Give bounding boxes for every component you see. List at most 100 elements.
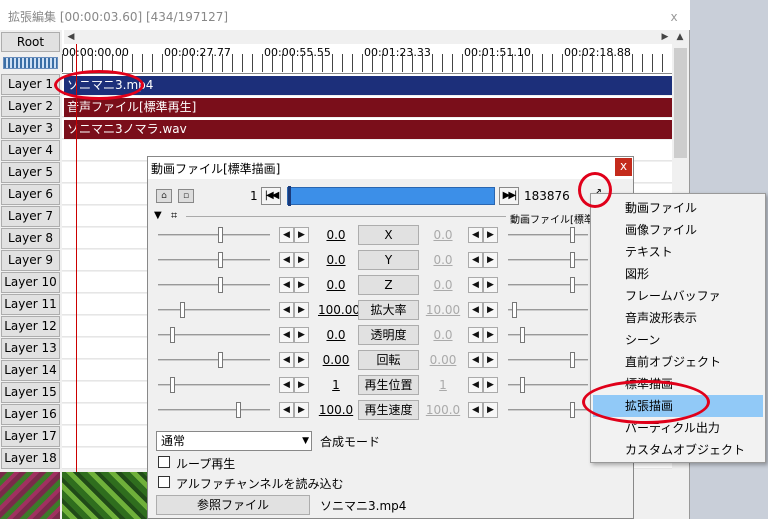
scroll-up-icon[interactable]: ▲ xyxy=(673,30,687,44)
param-end-slider[interactable] xyxy=(508,277,588,293)
param-start-stepper[interactable]: ◀ ▶ xyxy=(279,377,310,393)
arrow-left-icon[interactable]: ◀ xyxy=(279,302,294,318)
param-start-stepper[interactable]: ◀ ▶ xyxy=(279,302,310,318)
layer-button[interactable]: Layer 4 xyxy=(1,140,60,161)
param-start-slider[interactable] xyxy=(158,227,270,243)
param-end-value[interactable]: 100.0 xyxy=(425,403,461,417)
param-button[interactable]: 再生位置 xyxy=(358,375,419,395)
param-end-value[interactable]: 0.0 xyxy=(425,278,461,292)
collapse-triangle-icon[interactable]: ▼ xyxy=(154,210,162,221)
layer-button[interactable]: Layer 3 xyxy=(1,118,60,139)
param-end-value[interactable]: 0.0 xyxy=(425,328,461,342)
layer-button[interactable]: Layer 14 xyxy=(1,360,60,381)
root-button[interactable]: Root xyxy=(1,32,60,52)
param-start-value[interactable]: 0.00 xyxy=(318,353,354,367)
param-start-stepper[interactable]: ◀ ▶ xyxy=(279,402,310,418)
param-end-slider[interactable] xyxy=(508,252,588,268)
timeline-close-button[interactable]: x xyxy=(664,8,684,26)
param-button[interactable]: 再生速度 xyxy=(358,400,419,420)
dialog-titlebar[interactable]: 動画ファイル[標準描画] x xyxy=(148,157,633,179)
menu-item[interactable]: 直前オブジェクト xyxy=(593,351,763,373)
vscroll-thumb[interactable] xyxy=(674,48,687,158)
param-start-value[interactable]: 1 xyxy=(318,378,354,392)
param-button[interactable]: 拡大率 xyxy=(358,300,419,320)
layer-button[interactable]: Layer 5 xyxy=(1,162,60,183)
arrow-right-icon[interactable]: ▶ xyxy=(483,327,498,343)
arrow-right-icon[interactable]: ▶ xyxy=(294,277,309,293)
timeline-hscroll[interactable]: ◀ ▶ xyxy=(64,30,672,44)
arrow-left-icon[interactable]: ◀ xyxy=(468,227,483,243)
param-end-value[interactable]: 0.0 xyxy=(425,228,461,242)
param-end-stepper[interactable]: ◀ ▶ xyxy=(468,302,499,318)
arrow-right-icon[interactable]: ▶ xyxy=(483,302,498,318)
arrow-left-icon[interactable]: ◀ xyxy=(468,327,483,343)
layer-button[interactable]: Layer 6 xyxy=(1,184,60,205)
arrow-left-icon[interactable]: ◀ xyxy=(468,377,483,393)
clip-audio-wav[interactable]: ソニマニ3ノマラ.wav xyxy=(64,120,672,139)
frame-seek-bar[interactable] xyxy=(287,186,495,206)
param-end-slider[interactable] xyxy=(508,327,588,343)
param-button[interactable]: 回転 xyxy=(358,350,419,370)
loop-checkbox[interactable] xyxy=(158,456,170,468)
arrow-left-icon[interactable]: ◀ xyxy=(279,352,294,368)
layer-button[interactable]: Layer 15 xyxy=(1,382,60,403)
layer-button[interactable]: Layer 13 xyxy=(1,338,60,359)
param-end-slider[interactable] xyxy=(508,402,588,418)
reference-file-button[interactable]: 参照ファイル xyxy=(156,495,310,515)
param-end-slider[interactable] xyxy=(508,377,588,393)
arrow-right-icon[interactable]: ▶ xyxy=(483,352,498,368)
dialog-close-button[interactable]: x xyxy=(615,158,632,176)
param-end-stepper[interactable]: ◀ ▶ xyxy=(468,227,499,243)
param-start-slider[interactable] xyxy=(158,402,270,418)
layer-button[interactable]: Layer 16 xyxy=(1,404,60,425)
arrow-right-icon[interactable]: ▶ xyxy=(294,227,309,243)
param-button[interactable]: Z xyxy=(358,275,419,295)
layer-button[interactable]: Layer 18 xyxy=(1,448,60,469)
param-button[interactable]: X xyxy=(358,225,419,245)
param-end-slider[interactable] xyxy=(508,352,588,368)
arrow-left-icon[interactable]: ◀ xyxy=(468,352,483,368)
arrow-right-icon[interactable]: ▶ xyxy=(294,352,309,368)
param-end-slider[interactable] xyxy=(508,227,588,243)
arrow-left-icon[interactable]: ◀ xyxy=(279,377,294,393)
frame-seek-knob[interactable] xyxy=(288,186,291,206)
clip-audio[interactable]: 音声ファイル[標準再生] xyxy=(64,98,672,117)
arrow-right-icon[interactable]: ▶ xyxy=(294,377,309,393)
menu-item[interactable]: カスタムオブジェクト xyxy=(593,439,763,461)
menu-item[interactable]: フレームバッファ xyxy=(593,285,763,307)
layer-button[interactable]: Layer 10 xyxy=(1,272,60,293)
param-end-value[interactable]: 10.00 xyxy=(425,303,461,317)
arrow-right-icon[interactable]: ▶ xyxy=(294,402,309,418)
arrow-right-icon[interactable]: ▶ xyxy=(483,402,498,418)
arrow-left-icon[interactable]: ◀ xyxy=(279,277,294,293)
param-start-slider[interactable] xyxy=(158,252,270,268)
param-start-value[interactable]: 0.0 xyxy=(318,253,354,267)
layer-button[interactable]: Layer 8 xyxy=(1,228,60,249)
param-start-stepper[interactable]: ◀ ▶ xyxy=(279,227,310,243)
param-end-value[interactable]: 1 xyxy=(425,378,461,392)
arrow-right-icon[interactable]: ▶ xyxy=(483,252,498,268)
arrow-right-icon[interactable]: ▶ xyxy=(294,327,309,343)
camera-icon[interactable]: ⌂ xyxy=(156,189,172,203)
arrow-left-icon[interactable]: ◀ xyxy=(468,402,483,418)
arrow-left-icon[interactable]: ◀ xyxy=(468,252,483,268)
param-end-stepper[interactable]: ◀ ▶ xyxy=(468,327,499,343)
param-start-stepper[interactable]: ◀ ▶ xyxy=(279,277,310,293)
layer-button[interactable]: Layer 7 xyxy=(1,206,60,227)
param-end-slider[interactable] xyxy=(508,302,588,318)
param-end-stepper[interactable]: ◀ ▶ xyxy=(468,402,499,418)
param-start-value[interactable]: 100.00 xyxy=(318,303,360,317)
skip-back-icon[interactable]: |◀◀ xyxy=(261,187,281,205)
param-end-stepper[interactable]: ◀ ▶ xyxy=(468,377,499,393)
alpha-checkbox[interactable] xyxy=(158,476,170,488)
image-icon[interactable]: ▫ xyxy=(178,189,194,203)
layer-button[interactable]: Layer 12 xyxy=(1,316,60,337)
scroll-right-icon[interactable]: ▶ xyxy=(658,30,672,44)
arrow-left-icon[interactable]: ◀ xyxy=(279,327,294,343)
param-end-stepper[interactable]: ◀ ▶ xyxy=(468,252,499,268)
zoom-slider[interactable] xyxy=(3,57,58,69)
param-start-value[interactable]: 100.0 xyxy=(318,403,354,417)
param-end-value[interactable]: 0.00 xyxy=(425,353,461,367)
playhead-line[interactable] xyxy=(76,44,77,472)
menu-item[interactable]: 図形 xyxy=(593,263,763,285)
